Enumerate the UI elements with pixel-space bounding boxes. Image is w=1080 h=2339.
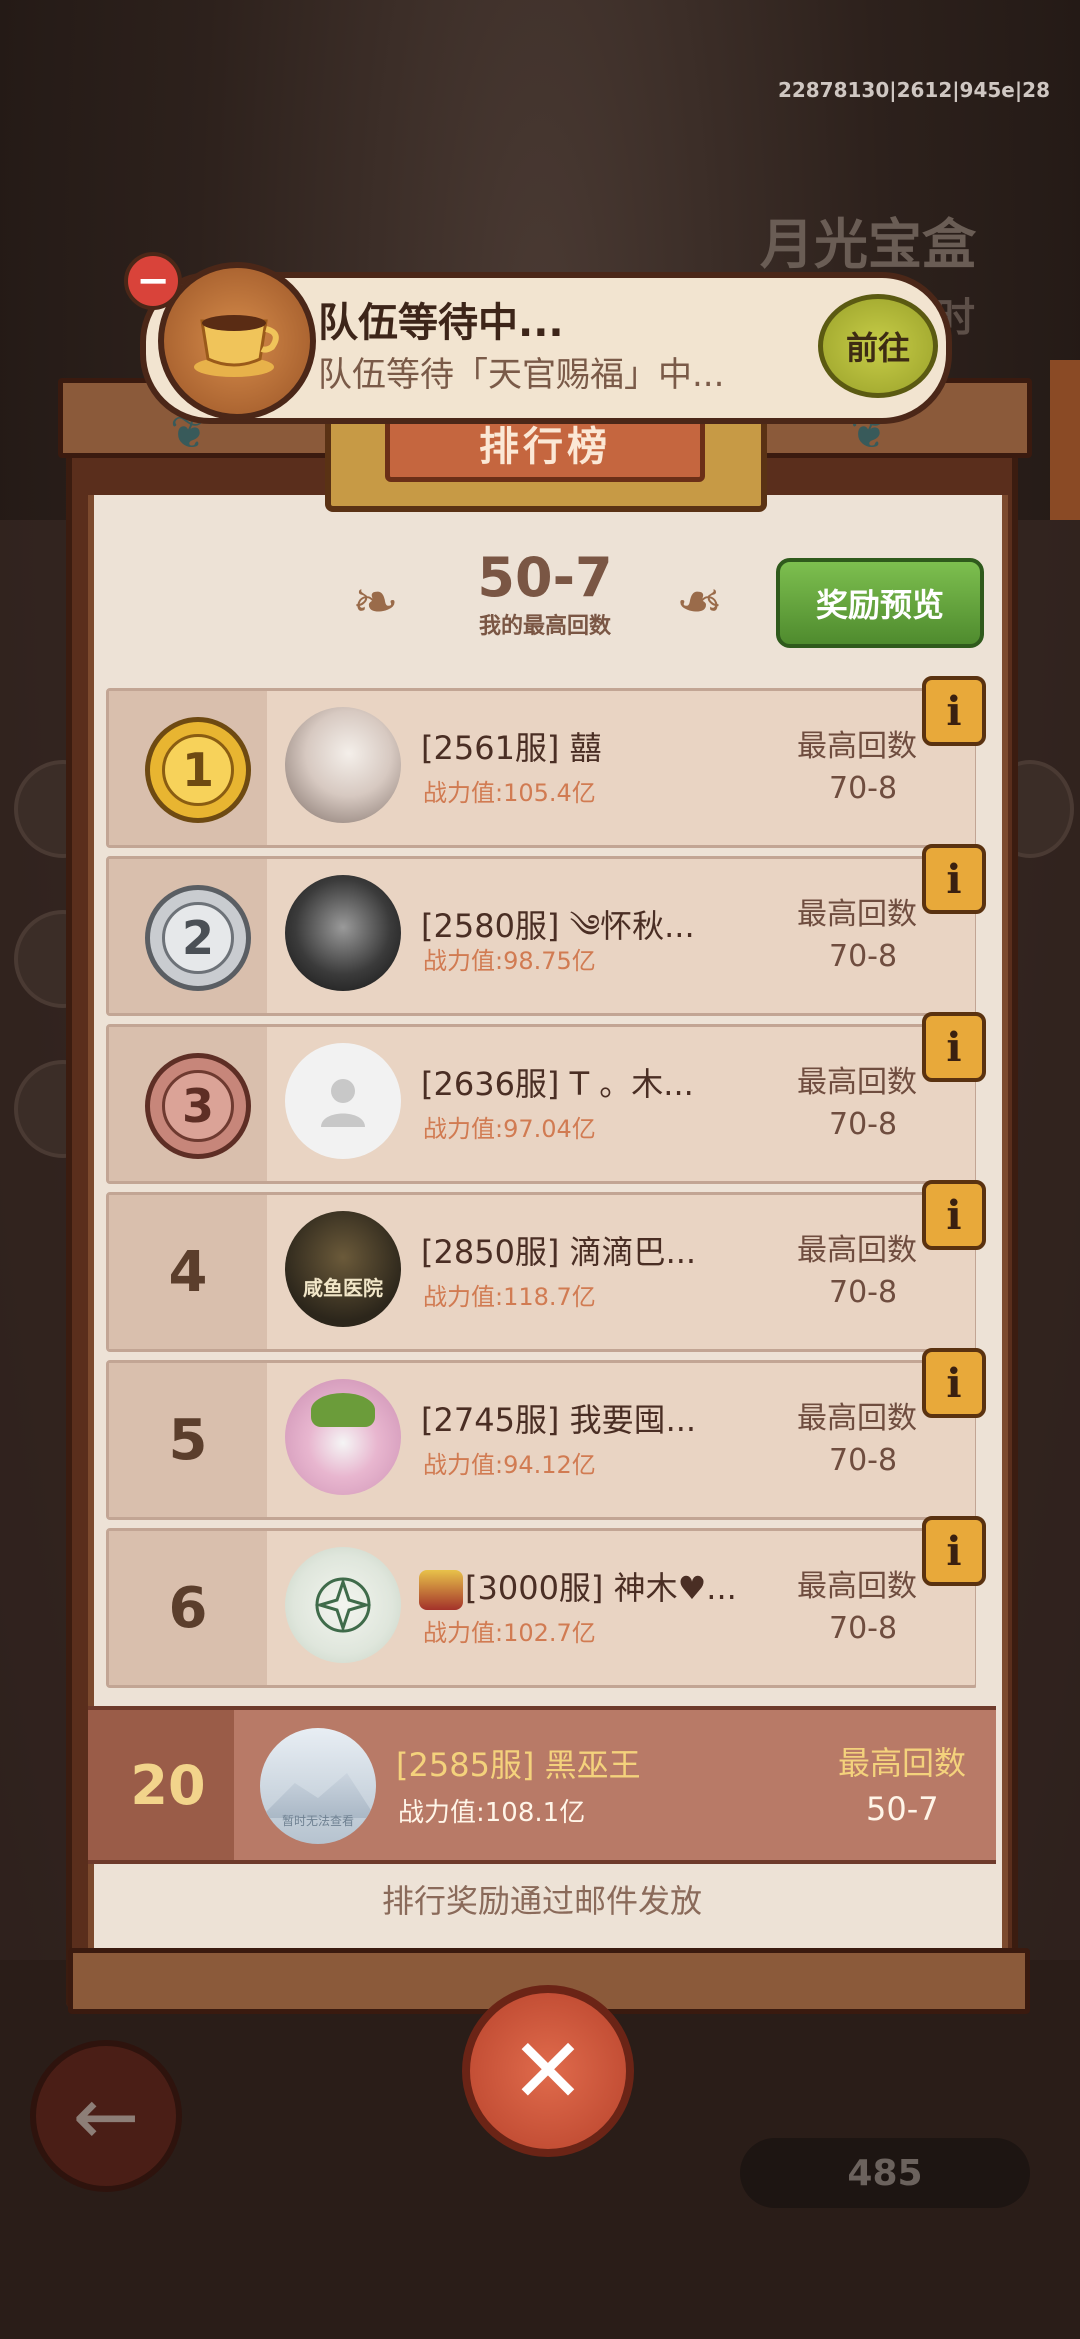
player-name: [2850服] 滴滴巴... bbox=[421, 1233, 697, 1271]
my-rank-number: 20 bbox=[130, 1753, 206, 1817]
ranking-row[interactable]: 3 [2636服] T 。木... 战力值:97.04亿 最高回数 70-8 bbox=[106, 1024, 976, 1184]
player-avatar[interactable] bbox=[285, 707, 401, 823]
highest-round-value: 70-8 bbox=[829, 939, 898, 974]
my-best-label: 我的最高回数 bbox=[478, 614, 611, 639]
highest-round-value: 70-8 bbox=[829, 1107, 898, 1142]
highest-round-label: 最高回数 bbox=[797, 1065, 917, 1100]
reward-preview-button[interactable]: 奖励预览 bbox=[776, 558, 984, 648]
currency-counter: 485 bbox=[740, 2138, 1030, 2208]
avatar-placeholder-mountains bbox=[260, 1773, 376, 1818]
highest-round-label: 最高回数 bbox=[797, 1569, 917, 1604]
my-avatar[interactable]: 暂时无法查看 bbox=[260, 1728, 376, 1844]
highest-round-label: 最高回数 bbox=[797, 897, 917, 932]
silver-medal-icon: 2 bbox=[145, 885, 251, 991]
info-icon[interactable]: i bbox=[922, 1180, 986, 1250]
ranking-row[interactable]: 5 [2745服] 我要囤... 战力值:94.12亿 最高回数 70-8 bbox=[106, 1360, 976, 1520]
event-title: 月光宝盒 bbox=[760, 213, 976, 276]
my-player-power: 战力值:108.1亿 bbox=[398, 1798, 586, 1828]
hat-shape bbox=[311, 1393, 375, 1427]
bronze-medal-icon: 3 bbox=[145, 1053, 251, 1159]
info-icon[interactable]: i bbox=[922, 1516, 986, 1586]
highest-round-value: 70-8 bbox=[829, 1611, 898, 1646]
avatar-placeholder-text: 暂时无法查看 bbox=[281, 1814, 354, 1828]
player-name: [3000服] 神木♥... bbox=[419, 1563, 737, 1610]
gold-medal-icon: 1 bbox=[145, 717, 251, 823]
my-highest-round-label: 最高回数 bbox=[838, 1744, 967, 1782]
player-name-text: [3000服] 神木♥... bbox=[465, 1569, 737, 1607]
coffee-cup-icon bbox=[158, 262, 316, 420]
close-button[interactable]: ✕ bbox=[462, 1985, 634, 2157]
highest-round-label: 最高回数 bbox=[797, 1233, 917, 1268]
my-best-score: 50-7 我的最高回数 bbox=[440, 548, 650, 640]
reward-mail-notice: 排行奖励通过邮件发放 bbox=[381, 1882, 702, 1920]
player-avatar[interactable] bbox=[285, 1043, 401, 1159]
ranking-list[interactable]: 1 [2561服] 囍 战力值:105.4亿 最高回数 70-8 2 [2580… bbox=[106, 686, 976, 1696]
player-power: 战力值:98.75亿 bbox=[423, 947, 596, 975]
highest-round-label: 最高回数 bbox=[797, 1401, 917, 1436]
player-power: 战力值:118.7亿 bbox=[423, 1283, 596, 1311]
player-power: 战力值:97.04亿 bbox=[423, 1115, 596, 1143]
side-tab bbox=[1050, 360, 1080, 520]
player-avatar[interactable] bbox=[285, 1379, 401, 1495]
player-avatar[interactable] bbox=[285, 875, 401, 991]
highest-round-label: 最高回数 bbox=[797, 729, 917, 764]
emblem-icon bbox=[314, 1577, 372, 1633]
rank-number: 5 bbox=[168, 1407, 208, 1473]
rank-number: 4 bbox=[168, 1239, 208, 1305]
laurel-right-icon: ❧ bbox=[676, 570, 723, 635]
minimize-button[interactable]: − bbox=[124, 252, 182, 310]
my-player-name: [2585服] 黑巫王 bbox=[396, 1746, 641, 1784]
close-icon: ✕ bbox=[510, 2018, 586, 2124]
go-button[interactable]: 前往 bbox=[818, 294, 938, 398]
ranking-row[interactable]: 6 [3000服] 神木♥... 战力值:102.7亿 最高回数 70-8 bbox=[106, 1528, 976, 1688]
rank-number: 6 bbox=[168, 1575, 208, 1641]
default-user-icon bbox=[321, 1079, 365, 1127]
info-icon[interactable]: i bbox=[922, 1348, 986, 1418]
player-name: [2636服] T 。木... bbox=[421, 1065, 694, 1103]
highest-round-value: 70-8 bbox=[829, 1443, 898, 1478]
highest-round-value: 70-8 bbox=[829, 1275, 898, 1310]
info-icon[interactable]: i bbox=[922, 676, 986, 746]
notification-title: 队伍等待中... bbox=[318, 300, 564, 346]
player-avatar[interactable]: 咸鱼医院 bbox=[285, 1211, 401, 1327]
player-power: 战力值:105.4亿 bbox=[423, 779, 596, 807]
ranking-row[interactable]: 2 [2580服] ༄怀秋... 战力值:98.75亿 最高回数 70-8 bbox=[106, 856, 976, 1016]
vip-crest-icon bbox=[419, 1570, 463, 1610]
laurel-left-icon: ❧ bbox=[352, 570, 399, 635]
player-name: [2561服] 囍 bbox=[421, 729, 602, 767]
back-arrow-icon: ← bbox=[30, 2040, 182, 2192]
my-ranking-row: 20 暂时无法查看 [2585服] 黑巫王 战力值:108.1亿 最高回数 50… bbox=[88, 1706, 996, 1864]
debug-id: 22878130|2612|945e|28 bbox=[777, 78, 1050, 102]
highest-round-value: 70-8 bbox=[829, 771, 898, 806]
info-icon[interactable]: i bbox=[922, 1012, 986, 1082]
ranking-row[interactable]: 4 咸鱼医院 [2850服] 滴滴巴... 战力值:118.7亿 最高回数 70… bbox=[106, 1192, 976, 1352]
player-power: 战力值:94.12亿 bbox=[423, 1451, 596, 1479]
player-avatar[interactable] bbox=[285, 1547, 401, 1663]
my-highest-round-value: 50-7 bbox=[866, 1790, 939, 1828]
player-name: [2745服] 我要囤... bbox=[421, 1401, 697, 1439]
player-power: 战力值:102.7亿 bbox=[423, 1619, 596, 1647]
avatar-text: 咸鱼医院 bbox=[303, 1276, 383, 1300]
ranking-row[interactable]: 1 [2561服] 囍 战力值:105.4亿 最高回数 70-8 bbox=[106, 688, 976, 848]
my-best-value: 50-7 bbox=[477, 546, 613, 609]
notification-subtitle: 队伍等待「天官赐福」中... bbox=[318, 355, 725, 395]
info-icon[interactable]: i bbox=[922, 844, 986, 914]
